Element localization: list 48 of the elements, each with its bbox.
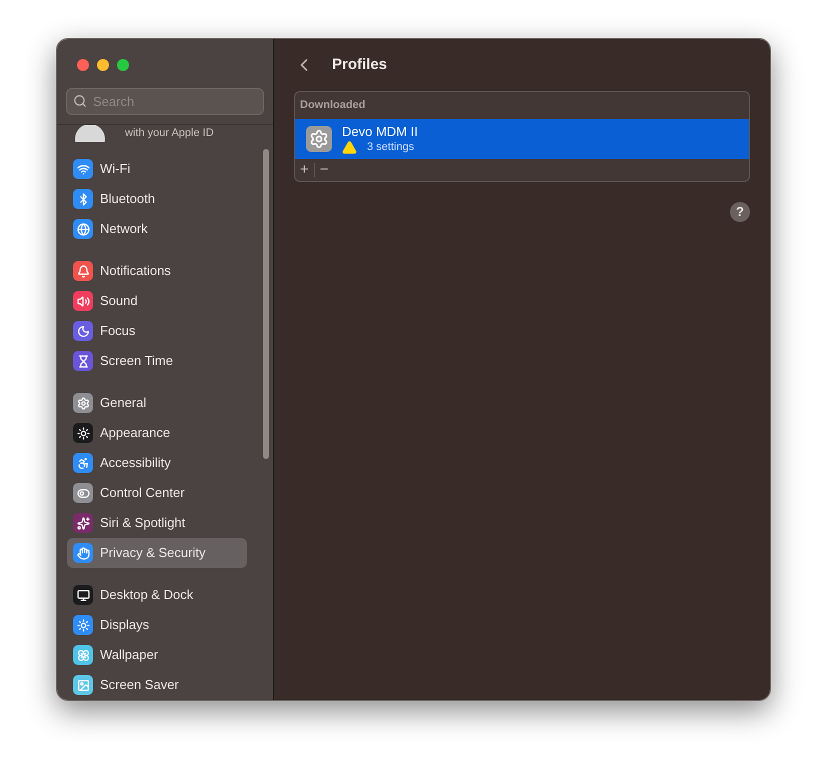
sidebar-item[interactable]: Network <box>67 214 247 244</box>
sidebar-item[interactable]: Control Center <box>67 478 247 508</box>
sidebar-item[interactable]: Appearance <box>67 418 247 448</box>
sidebar-item[interactable]: Siri & Spotlight <box>67 508 247 538</box>
sidebar-item-label: Siri & Spotlight <box>100 514 186 532</box>
sidebar-item[interactable]: Accessibility <box>67 448 247 478</box>
sidebar-item-label: Bluetooth <box>100 190 155 208</box>
sidebar-item-label: Screen Saver <box>100 676 179 694</box>
sidebar-item-label: Privacy & Security <box>100 544 206 562</box>
profile-name: Devo MDM II <box>342 124 418 140</box>
sidebar-item-label: Appearance <box>100 424 170 442</box>
sidebar-item-label: Wallpaper <box>100 646 158 664</box>
sidebar-item-label: Control Center <box>100 484 185 502</box>
sidebar-item-label: Desktop & Dock <box>100 586 194 604</box>
section-header: Downloaded <box>299 98 366 114</box>
sidebar-item-label: Wi-Fi <box>100 160 130 178</box>
sidebar-item-label: General <box>100 394 146 412</box>
zoom-button[interactable] <box>117 59 129 71</box>
profile-row[interactable]: Devo MDM II 3 settings <box>295 119 749 159</box>
account-caption: with your Apple ID <box>125 126 214 140</box>
sidebar-item[interactable]: Desktop & Dock <box>67 580 247 610</box>
sidebar-item-label: Sound <box>100 292 138 310</box>
add-button[interactable]: + <box>295 161 314 179</box>
help-button[interactable]: ? <box>730 202 750 222</box>
sidebar-item-label: Accessibility <box>100 454 171 472</box>
window-title: Profiles <box>332 54 388 75</box>
minimize-button[interactable] <box>97 59 109 71</box>
sidebar-item[interactable]: Notifications <box>67 256 247 286</box>
sidebar-item-label: Displays <box>100 616 150 634</box>
remove-button[interactable]: − <box>314 161 334 179</box>
sidebar-item[interactable]: Wallpaper <box>67 640 247 670</box>
search-icon <box>73 94 87 108</box>
sidebar-item[interactable]: Sound <box>67 286 247 316</box>
close-button[interactable] <box>77 59 89 71</box>
sidebar-item[interactable]: Focus <box>67 316 247 346</box>
sidebar-item[interactable]: Privacy & Security <box>67 538 247 568</box>
sidebar-item[interactable]: Displays <box>67 610 247 640</box>
sidebar-item-label: Network <box>100 220 148 238</box>
sidebar-item-label: Focus <box>100 322 136 340</box>
sidebar-item[interactable]: Screen Time <box>67 346 247 376</box>
sidebar-item-label: Screen Time <box>100 352 173 370</box>
gear-icon <box>306 126 332 152</box>
profile-detail: 3 settings <box>367 140 414 154</box>
sidebar-item[interactable]: General <box>67 388 247 418</box>
sidebar-item-label: Notifications <box>100 262 171 280</box>
sidebar-item[interactable]: Screen Saver <box>67 670 247 700</box>
sidebar-item[interactable]: Wi-Fi <box>67 154 247 184</box>
sidebar-item[interactable]: Bluetooth <box>67 184 247 214</box>
